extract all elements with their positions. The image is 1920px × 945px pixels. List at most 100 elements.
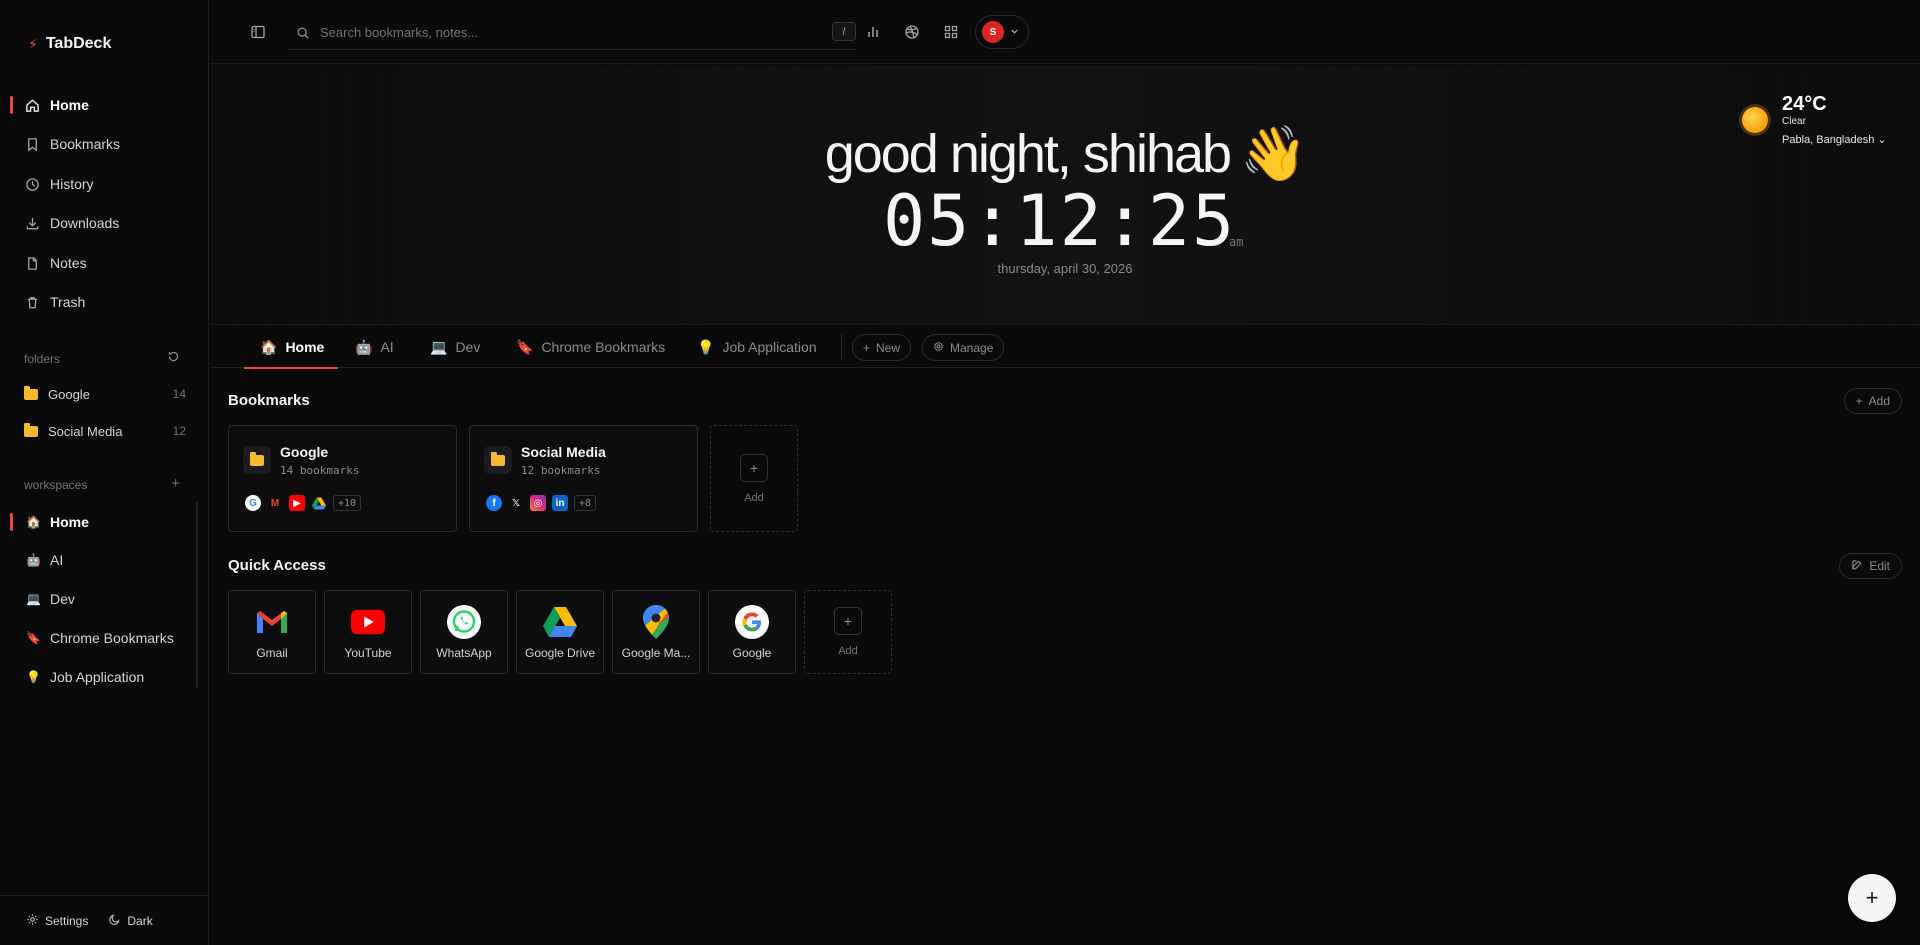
add-bookmark-button[interactable]: + Add: [1843, 388, 1902, 414]
bookmark-favicons: f 𝕏 ◎ in +8: [486, 495, 597, 511]
tab-chrome-bookmarks-label: Chrome Bookmarks: [541, 339, 666, 355]
date-text: thursday, april 30, 2026: [997, 261, 1133, 276]
bookmark-icon: [24, 136, 40, 152]
search-shortcut-hint: /: [832, 22, 856, 41]
workspace-chrome-bookmarks-label: Chrome Bookmarks: [50, 630, 174, 646]
quick-access-google[interactable]: Google: [708, 590, 796, 674]
nav-notes-label: Notes: [50, 255, 87, 271]
stats-icon[interactable]: [861, 20, 885, 44]
quick-access-gmail[interactable]: Gmail: [228, 590, 316, 674]
tab-dev-label: Dev: [455, 339, 481, 355]
tab-job-application[interactable]: 💡 Job Application: [697, 326, 817, 368]
chevron-down-icon: ⌄: [1877, 134, 1887, 146]
nav-downloads-label: Downloads: [50, 215, 120, 231]
workspace-home[interactable]: 🏠 Home: [10, 506, 192, 538]
add-bookmark-label: Add: [1868, 394, 1890, 408]
manage-tabs-button[interactable]: Manage: [922, 334, 1005, 361]
greeting-label: good night, shihab: [824, 124, 1232, 184]
history-icon: [24, 176, 40, 192]
folder-google-label: Google: [48, 386, 90, 402]
add-bookmark-folder-label: Add: [744, 491, 764, 504]
quick-access-youtube[interactable]: YouTube: [324, 590, 412, 674]
quick-access-google-maps[interactable]: Google Ma...: [612, 590, 700, 674]
plus-icon: +: [1855, 394, 1863, 408]
brand-logo[interactable]: ⚡ TabDeck: [28, 35, 111, 53]
instagram-icon: ◎: [530, 495, 546, 511]
plus-icon: +: [834, 607, 862, 635]
nav-history[interactable]: History: [12, 168, 198, 200]
tab-ai[interactable]: 🤖 AI: [355, 326, 394, 368]
nav-bookmarks-label: Bookmarks: [50, 136, 121, 152]
refresh-folders-icon[interactable]: [167, 350, 180, 366]
edit-quick-access-button[interactable]: Edit: [1839, 553, 1902, 579]
google-maps-icon: [639, 605, 673, 639]
home-icon: [24, 97, 40, 113]
nav-notes[interactable]: Notes: [12, 247, 198, 279]
settings-button[interactable]: Settings: [26, 913, 88, 929]
folder-social-media[interactable]: Social Media 12: [12, 416, 198, 446]
quick-access-label: Gmail: [256, 646, 288, 660]
bookmark-tag-icon: 🔖: [516, 338, 534, 355]
edit-icon: [1851, 559, 1863, 574]
workspace-dev[interactable]: 💻 Dev: [12, 583, 192, 615]
new-tab-label: New: [876, 340, 901, 355]
workspace-ai[interactable]: 🤖 AI: [12, 544, 192, 576]
plus-icon: +: [1865, 885, 1879, 910]
weather-condition: Clear: [1782, 116, 1806, 127]
workspace-scrollbar[interactable]: [196, 502, 198, 688]
note-icon: [24, 255, 40, 271]
quick-access-whatsapp[interactable]: WhatsApp: [420, 590, 508, 674]
folder-icon: [24, 422, 38, 437]
linkedin-icon: in: [552, 495, 568, 511]
manage-tabs-label: Manage: [950, 340, 994, 355]
nav-bookmarks[interactable]: Bookmarks: [12, 128, 198, 160]
tab-ai-label: AI: [380, 339, 394, 355]
search-input[interactable]: [320, 25, 800, 40]
tab-chrome-bookmarks[interactable]: 🔖 Chrome Bookmarks: [516, 326, 665, 368]
weather-widget[interactable]: 24°C Clear Pabla, Bangladesh ⌄: [1742, 93, 1902, 153]
account-menu[interactable]: S: [975, 15, 1029, 49]
tab-home[interactable]: 🏠 Home: [243, 326, 339, 369]
quick-access-label: WhatsApp: [436, 646, 492, 660]
new-tab-button[interactable]: + New: [852, 334, 912, 361]
dribbble-icon[interactable]: [900, 20, 924, 44]
bookmark-folder-count: 14 bookmarks: [280, 464, 360, 477]
add-workspace-icon[interactable]: +: [171, 475, 180, 492]
bookmark-folder-card-social-media[interactable]: Social Media 12 bookmarks f 𝕏 ◎ in +8: [469, 425, 698, 532]
sun-icon: [1742, 107, 1768, 133]
gear-icon: [933, 341, 944, 355]
sidebar-footer: Settings Dark: [0, 895, 209, 945]
floating-add-button[interactable]: +: [1848, 874, 1896, 922]
tab-job-application-label: Job Application: [722, 339, 817, 355]
quick-access-google-drive[interactable]: Google Drive: [516, 590, 604, 674]
tab-divider: [841, 334, 842, 360]
folder-google[interactable]: Google 14: [12, 379, 198, 409]
nav-trash[interactable]: Trash: [12, 286, 198, 318]
add-bookmark-folder-card[interactable]: + Add: [710, 425, 798, 532]
youtube-icon: ▶: [289, 495, 305, 511]
workspace-tabs: 🏠 Home 🤖 AI 💻 Dev 🔖 Chrome Bookmarks 💡 J…: [210, 326, 1920, 369]
weather-location[interactable]: Pabla, Bangladesh ⌄: [1782, 133, 1887, 146]
nav-home[interactable]: Home: [10, 89, 198, 121]
bookmark-folder-card-google[interactable]: Google 14 bookmarks G M ▶ +10: [228, 425, 457, 532]
robot-icon: 🤖: [355, 338, 373, 355]
lightbulb-icon: 💡: [697, 338, 715, 355]
workspace-chrome-bookmarks[interactable]: 🔖 Chrome Bookmarks: [12, 622, 192, 654]
workspace-job-application[interactable]: 💡 Job Application: [12, 661, 192, 693]
lightbulb-icon: 💡: [26, 670, 41, 684]
bookmark-tag-icon: 🔖: [26, 631, 41, 645]
theme-toggle[interactable]: Dark: [108, 913, 153, 929]
plus-icon: +: [863, 340, 871, 355]
workspace-ai-label: AI: [50, 552, 64, 568]
apps-grid-icon[interactable]: [939, 20, 963, 44]
search-bar: /: [288, 16, 856, 50]
tab-dev[interactable]: 💻 Dev: [430, 326, 480, 368]
quick-access-label: Google Drive: [524, 646, 596, 660]
bookmark-folder-title: Google: [280, 444, 329, 460]
nav-downloads[interactable]: Downloads: [12, 207, 198, 239]
add-quick-access-card[interactable]: + Add: [804, 590, 892, 674]
bookmark-folder-count: 12 bookmarks: [521, 464, 601, 477]
sidebar-toggle-icon[interactable]: [246, 20, 270, 44]
quick-access-label: Google Ma...: [621, 646, 691, 660]
waving-hand-icon: 👋: [1240, 124, 1307, 184]
